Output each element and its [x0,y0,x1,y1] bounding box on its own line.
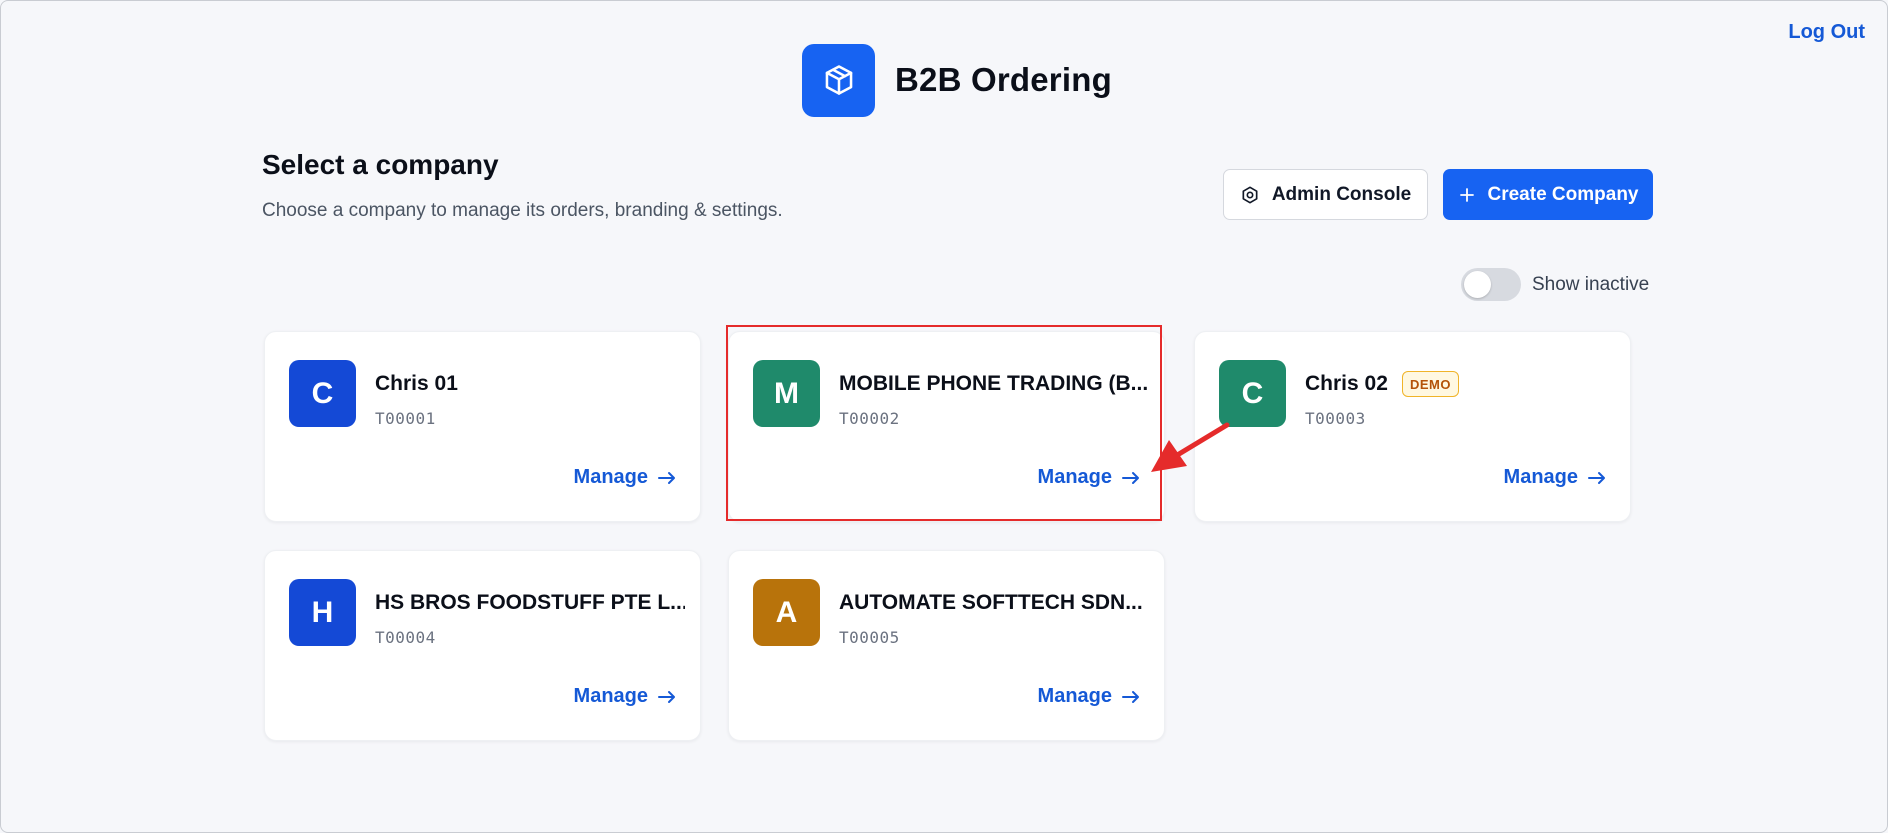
manage-label: Manage [573,685,648,707]
create-company-button[interactable]: Create Company [1443,169,1653,220]
admin-console-label: Admin Console [1271,183,1412,205]
company-card-t00001: C Chris 01 T00001 Manage [264,331,701,522]
page-title: Select a company [262,149,499,180]
manage-link[interactable]: Manage [1504,466,1606,489]
company-name: AUTOMATE SOFTTECH SDN... [839,591,1143,614]
company-avatar: C [1219,360,1286,427]
company-avatar: A [753,579,820,646]
company-name: Chris 01 [375,372,458,395]
company-name: HS BROS FOODSTUFF PTE L... [375,591,685,614]
settings-icon [1240,185,1260,205]
company-card-t00003: C Chris 02 DEMO T00003 Manage [1194,331,1631,522]
company-avatar: M [753,360,820,427]
manage-link[interactable]: Manage [574,466,676,489]
company-card-t00002: M MOBILE PHONE TRADING (B... T00002 Mana… [728,331,1165,522]
brand-header: B2B Ordering [802,43,1112,117]
company-code: T00001 [375,409,436,428]
company-code: T00003 [1305,409,1366,428]
manage-link[interactable]: Manage [1038,466,1140,489]
arrow-right-icon [658,471,676,485]
company-card-t00004: H HS BROS FOODSTUFF PTE L... T00004 Mana… [264,550,701,741]
manage-label: Manage [1037,466,1112,488]
company-avatar: C [289,360,356,427]
arrow-right-icon [1122,471,1140,485]
arrow-right-icon [1122,690,1140,704]
company-code: T00005 [839,628,900,647]
manage-label: Manage [1503,466,1578,488]
company-name: Chris 02 [1305,372,1388,395]
company-code: T00004 [375,628,436,647]
manage-link[interactable]: Manage [1038,685,1140,708]
plus-icon [1458,186,1476,204]
create-company-label: Create Company [1487,183,1639,205]
app-window: Log Out B2B Ordering Select a company Ch… [0,0,1888,833]
app-title: B2B Ordering [895,61,1112,98]
page-subtitle: Choose a company to manage its orders, b… [262,200,783,221]
show-inactive-label: Show inactive [1532,273,1650,295]
box-icon [802,43,875,117]
arrow-right-icon [1588,471,1606,485]
logout-link[interactable]: Log Out [1788,21,1865,44]
manage-label: Manage [1037,685,1112,707]
show-inactive-filter: Show inactive [1461,268,1649,301]
company-code: T00002 [839,409,900,428]
company-name: MOBILE PHONE TRADING (B... [839,372,1149,395]
manage-label: Manage [573,466,648,488]
demo-badge: DEMO [1402,371,1459,397]
show-inactive-toggle[interactable] [1461,268,1521,301]
company-card-t00005: A AUTOMATE SOFTTECH SDN... T00005 Manage [728,550,1165,741]
company-avatar: H [289,579,356,646]
admin-console-button[interactable]: Admin Console [1223,169,1428,220]
toggle-knob [1464,271,1491,298]
manage-link[interactable]: Manage [574,685,676,708]
arrow-right-icon [658,690,676,704]
